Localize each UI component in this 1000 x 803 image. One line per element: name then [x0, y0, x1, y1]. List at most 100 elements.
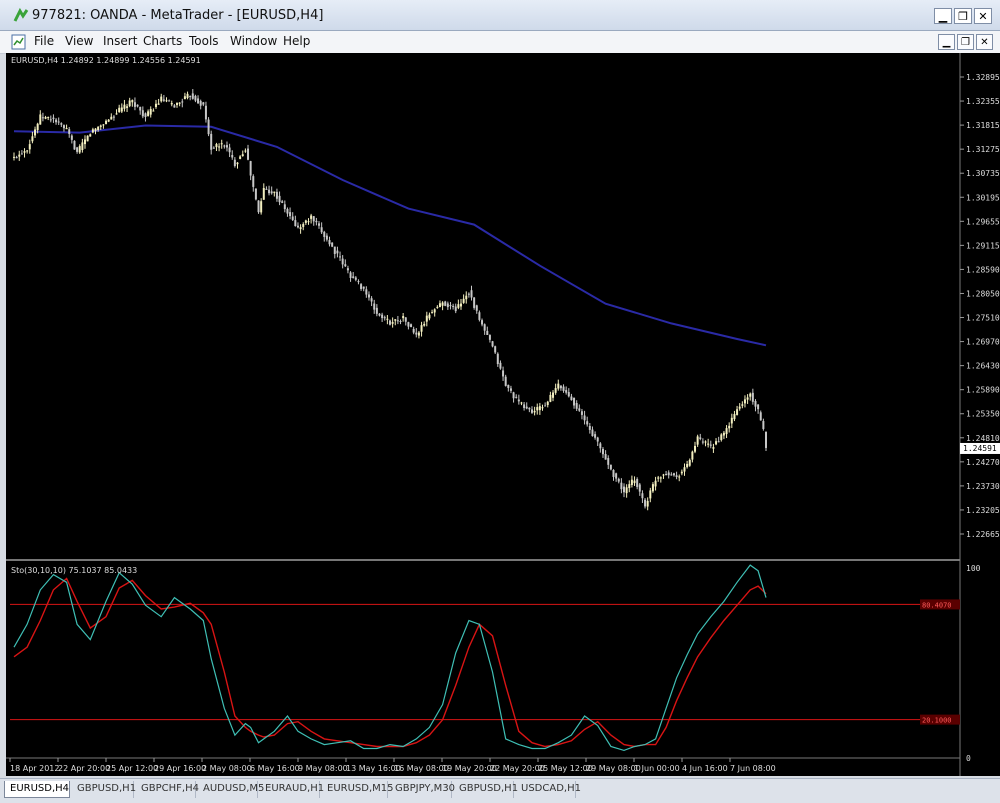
candle-body — [386, 318, 389, 320]
candle — [601, 447, 604, 458]
candle — [628, 480, 631, 493]
candle-body — [559, 385, 562, 389]
candle-body — [331, 242, 334, 247]
candle — [110, 113, 113, 120]
chart-window-icon[interactable] — [10, 33, 28, 51]
chart-close-button[interactable]: ✕ — [976, 34, 993, 50]
chart-minimize-button[interactable]: ▁ — [938, 34, 955, 50]
candle-body — [444, 301, 447, 306]
minimize-button[interactable]: ▁ — [934, 8, 952, 24]
candle — [236, 162, 239, 169]
close-button[interactable]: ✕ — [974, 8, 992, 24]
candle-body — [491, 341, 494, 347]
price-tick-label: 1.29655 — [966, 217, 1000, 226]
candle-body — [128, 100, 131, 107]
candle-body — [339, 256, 342, 258]
tab-gbpusd-h1[interactable]: GBPUSD,H1 — [72, 781, 136, 798]
candle-body — [704, 441, 707, 443]
candle — [696, 434, 699, 447]
price-tick-label: 1.23205 — [966, 506, 1000, 515]
chart-tab-bar: EURUSD,H4 GBPUSD,H1 GBPCHF,H4 AUDUSD,M5 … — [0, 778, 1000, 803]
candle — [141, 106, 144, 119]
candle — [596, 436, 599, 447]
candle-body — [323, 231, 326, 237]
candle-body — [738, 406, 741, 409]
price-chart[interactable]: 80.4070 20.1000 1.32895 1.32355 1.31815 1.31… — [6, 53, 1000, 776]
candle — [565, 386, 568, 395]
candle-body — [31, 136, 34, 142]
candle-body — [89, 134, 92, 137]
restore-button[interactable]: ❐ — [954, 8, 972, 24]
candle-body — [157, 103, 160, 105]
candle — [525, 402, 528, 410]
menu-charts[interactable]: Charts — [143, 34, 182, 48]
chart-restore-button[interactable]: ❐ — [957, 34, 974, 50]
tab-usdcad-h1[interactable]: USDCAD,H1 — [516, 781, 581, 798]
candle — [754, 399, 757, 412]
candle — [520, 401, 523, 406]
tab-audusd-m5[interactable]: AUDUSD,M5 — [198, 781, 264, 798]
candle-body — [707, 443, 710, 445]
candle — [733, 410, 736, 422]
menu-tools[interactable]: Tools — [189, 34, 219, 48]
candle — [139, 106, 142, 115]
candle — [641, 490, 644, 504]
candle-body — [586, 421, 589, 425]
candle-body — [615, 473, 618, 479]
candle — [244, 148, 247, 153]
candle — [509, 385, 512, 394]
candle — [352, 272, 355, 279]
candle-body — [204, 105, 207, 120]
stochastic-signal-line — [13, 577, 767, 748]
candle — [307, 218, 310, 225]
candle — [152, 108, 155, 112]
candle — [202, 101, 205, 107]
candle-body — [365, 289, 368, 295]
tab-eurusd-h4[interactable]: EURUSD,H4 — [4, 781, 70, 798]
candle-body — [328, 240, 331, 245]
candle-body — [517, 399, 520, 402]
candle — [218, 143, 221, 152]
candle — [765, 431, 767, 451]
candle — [691, 450, 694, 463]
candle — [199, 99, 202, 110]
menu-window[interactable]: Window — [230, 34, 277, 48]
candle — [678, 474, 681, 482]
candle-body — [644, 499, 647, 507]
candle — [102, 124, 105, 129]
candle-body — [712, 447, 715, 449]
tab-eurusd-m15[interactable]: EURUSD,M15 — [322, 781, 393, 798]
candle — [665, 470, 668, 476]
candle-body — [433, 309, 436, 313]
candle-body — [396, 320, 399, 322]
candle-body — [110, 116, 113, 120]
candle — [449, 302, 452, 310]
candle — [552, 390, 555, 402]
menu-view[interactable]: View — [65, 34, 93, 48]
candle — [370, 296, 373, 307]
candle-body — [612, 469, 615, 477]
candle — [323, 230, 326, 242]
tab-gbpchf-h4[interactable]: GBPCHF,H4 — [136, 781, 199, 798]
tab-gbpjpy-m30[interactable]: GBPJPY,M30 — [390, 781, 455, 798]
candle — [496, 352, 499, 367]
menu-file[interactable]: File — [34, 34, 54, 48]
candle — [457, 299, 460, 310]
candle-body — [575, 402, 578, 409]
menu-help[interactable]: Help — [283, 34, 310, 48]
menu-insert[interactable]: Insert — [103, 34, 137, 48]
candle — [304, 219, 307, 225]
candle-body — [254, 188, 257, 200]
candle-body — [562, 386, 565, 391]
candle — [575, 400, 578, 412]
stochastic-level-label: 80.4070 — [922, 601, 952, 609]
tab-euraud-h1[interactable]: EURAUD,H1 — [260, 781, 324, 798]
candle-body — [312, 216, 315, 222]
candle-body — [720, 434, 723, 441]
candle — [281, 199, 284, 204]
candle-body — [20, 153, 23, 155]
candle-body — [715, 441, 718, 445]
tab-gbpusd-h1-2[interactable]: GBPUSD,H1 — [454, 781, 518, 798]
chart-window[interactable]: 80.4070 20.1000 1.32895 1.32355 1.31815 1.31… — [6, 53, 1000, 776]
candle — [617, 477, 620, 484]
